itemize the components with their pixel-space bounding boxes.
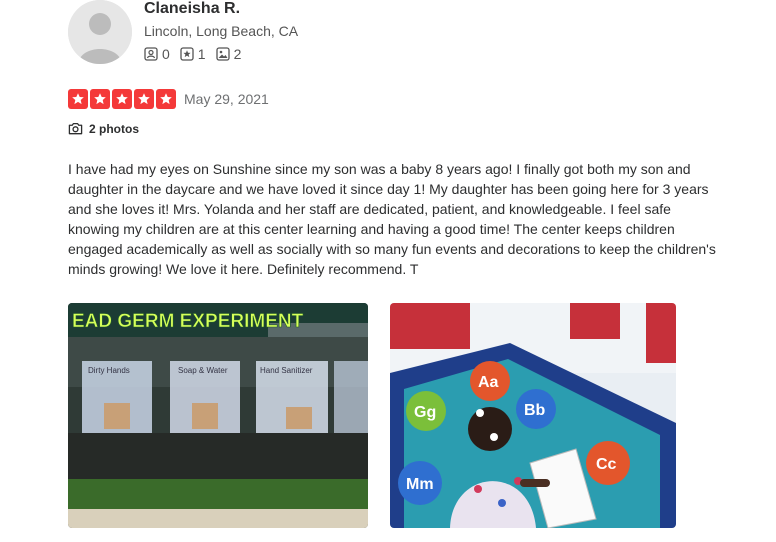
review-date: May 29, 2021: [184, 91, 269, 107]
classroom-photo: EAD GERM EXPERIMENT Dirty Hands Soap & W…: [68, 303, 368, 528]
user-location: Lincoln, Long Beach, CA: [144, 23, 299, 39]
rating-star-icon: [68, 89, 88, 109]
user-stats: 0 1 2: [144, 46, 241, 62]
rating-star-icon: [90, 89, 110, 109]
reviews-count: 1: [197, 46, 206, 62]
photos-link-label: 2 photos: [89, 121, 139, 136]
rating-star-icon: [112, 89, 132, 109]
child-rug-photo: Aa Bb Gg Cc Mm: [390, 303, 676, 528]
avatar-placeholder-icon: [68, 0, 132, 64]
friends-count: 0: [162, 46, 170, 62]
photo-icon: [215, 47, 230, 61]
rug-letter-aa: Aa: [478, 374, 499, 391]
reviews-stat: 1: [180, 46, 206, 62]
rug-letter-cc: Cc: [596, 456, 617, 473]
rating-star-icon: [134, 89, 154, 109]
rating-star-icon: [156, 89, 176, 109]
photos-stat: 2: [215, 46, 242, 62]
user-name[interactable]: Claneisha R.: [144, 0, 240, 18]
review-photo-germ-experiment[interactable]: EAD GERM EXPERIMENT Dirty Hands Soap & W…: [68, 303, 368, 528]
star-rating: [68, 89, 176, 109]
bag-label-1: Dirty Hands: [88, 366, 130, 375]
friends-icon: [144, 47, 158, 61]
rug-letter-mm: Mm: [406, 476, 434, 493]
rug-letter-bb: Bb: [524, 402, 546, 419]
bag-label-3: Hand Sanitizer: [260, 366, 313, 375]
review-text: I have had my eyes on Sunshine since my …: [68, 161, 716, 277]
avatar[interactable]: [68, 0, 132, 64]
review-photo-child-on-rug[interactable]: Aa Bb Gg Cc Mm: [390, 303, 676, 528]
photos-link[interactable]: 2 photos: [68, 121, 139, 136]
review-star-icon: [180, 47, 194, 61]
bag-label-2: Soap & Water: [178, 366, 228, 375]
rug-letter-gg: Gg: [414, 404, 436, 421]
camera-icon: [68, 122, 83, 135]
photos-count: 2: [233, 46, 242, 62]
friends-stat: 0: [144, 46, 170, 62]
germ-experiment-sign: EAD GERM EXPERIMENT: [72, 311, 304, 332]
